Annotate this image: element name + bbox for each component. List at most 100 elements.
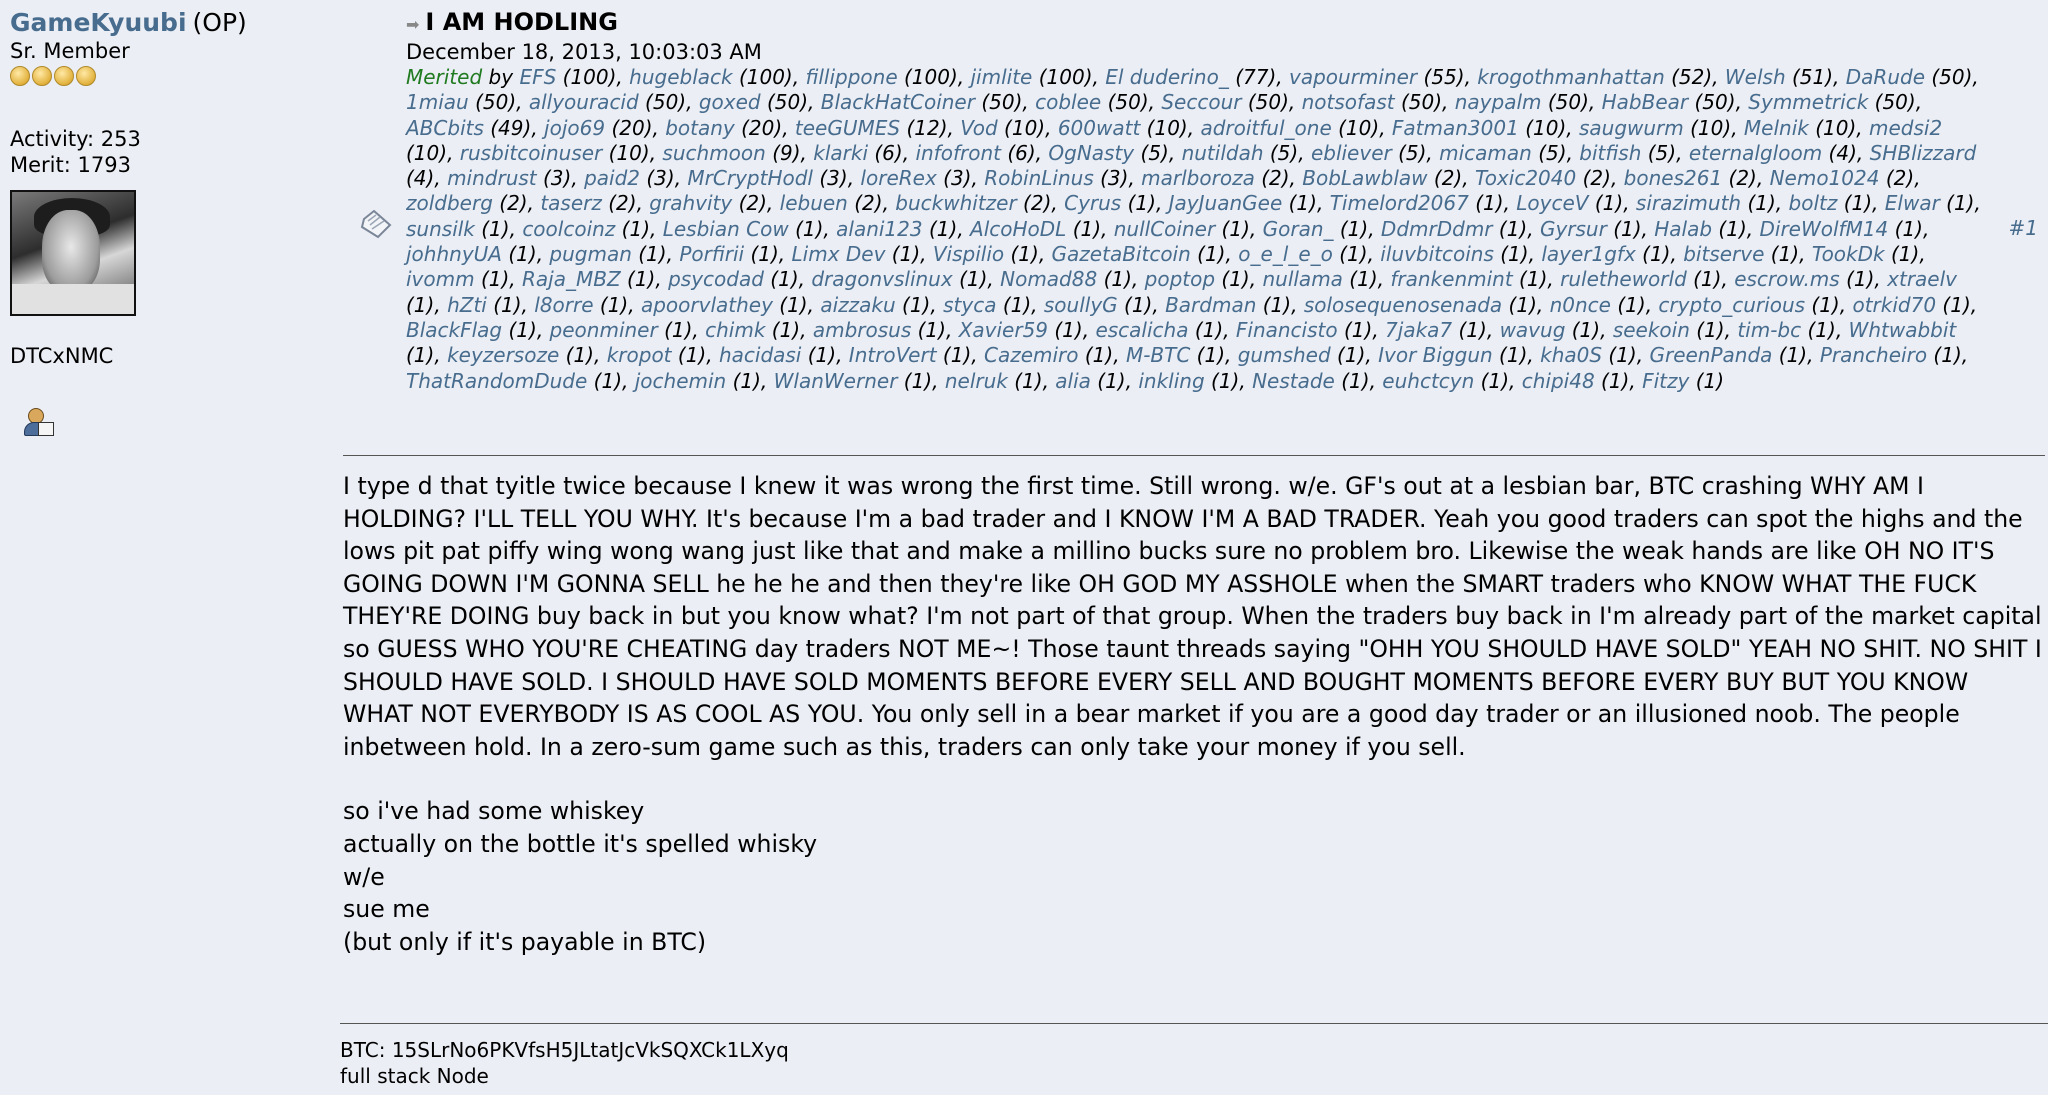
merit-user-link[interactable]: jimlite xyxy=(971,65,1033,89)
merit-user-link[interactable]: poptop xyxy=(1145,267,1215,291)
merit-user-link[interactable]: Symmetrick xyxy=(1748,90,1868,114)
merit-user-link[interactable]: Bardman xyxy=(1165,293,1256,317)
merit-user-link[interactable]: alia xyxy=(1055,369,1091,393)
merit-user-link[interactable]: ivomm xyxy=(406,267,475,291)
merit-user-link[interactable]: dragonvslinux xyxy=(811,267,952,291)
merit-user-link[interactable]: soullyG xyxy=(1044,293,1118,317)
merit-user-link[interactable]: Welsh xyxy=(1725,65,1786,89)
merit-user-link[interactable]: Porfirii xyxy=(679,242,744,266)
poster-name-link[interactable]: GameKyuubi xyxy=(10,8,187,37)
merit-user-link[interactable]: Goran_ xyxy=(1263,217,1334,241)
merit-user-link[interactable]: sirazimuth xyxy=(1636,191,1741,215)
merit-user-link[interactable]: Whtwabbit xyxy=(1849,318,1957,342)
merit-user-link[interactable]: iluvbitcoins xyxy=(1380,242,1494,266)
merit-user-link[interactable]: Timelord2067 xyxy=(1330,191,1469,215)
merit-user-link[interactable]: ThatRandomDude xyxy=(406,369,587,393)
merit-user-link[interactable]: GreenPanda xyxy=(1649,343,1772,367)
merit-user-link[interactable]: Nomad88 xyxy=(1000,267,1097,291)
merit-user-link[interactable]: ABCbits xyxy=(406,116,484,140)
merit-user-link[interactable]: infofront xyxy=(915,141,1001,165)
merit-user-link[interactable]: jochemin xyxy=(635,369,726,393)
merit-user-link[interactable]: otrkid70 xyxy=(1852,293,1936,317)
merit-user-link[interactable]: Prancheiro xyxy=(1820,343,1927,367)
merit-user-link[interactable]: saugwurm xyxy=(1579,116,1684,140)
merit-user-link[interactable]: 1miau xyxy=(406,90,469,114)
merit-user-link[interactable]: BlackHatCoiner xyxy=(821,90,975,114)
merit-user-link[interactable]: nullCoiner xyxy=(1114,217,1215,241)
merit-user-link[interactable]: frankenmint xyxy=(1390,267,1512,291)
merit-user-link[interactable]: klarki xyxy=(813,141,868,165)
merit-user-link[interactable]: apoorvlathey xyxy=(641,293,773,317)
merit-user-link[interactable]: boltz xyxy=(1789,191,1838,215)
merit-user-link[interactable]: grahvity xyxy=(649,191,732,215)
merit-user-link[interactable]: EFS xyxy=(519,65,556,89)
merit-user-link[interactable]: Nemo1024 xyxy=(1770,166,1880,190)
merit-user-link[interactable]: Vod xyxy=(960,116,997,140)
merit-user-link[interactable]: Melnik xyxy=(1744,116,1809,140)
merit-user-link[interactable]: xtraelv xyxy=(1887,267,1957,291)
merit-user-link[interactable]: fillippone xyxy=(805,65,897,89)
merit-user-link[interactable]: IntroVert xyxy=(849,343,937,367)
merit-user-link[interactable]: TookDk xyxy=(1812,242,1885,266)
merit-user-link[interactable]: WlanWerner xyxy=(774,369,898,393)
merit-user-link[interactable]: ruletheworld xyxy=(1560,267,1687,291)
merit-user-link[interactable]: Xavier59 xyxy=(959,318,1048,342)
merit-user-link[interactable]: loreRex xyxy=(860,166,936,190)
merit-user-link[interactable]: suchmoon xyxy=(662,141,765,165)
merit-user-link[interactable]: Toxic2040 xyxy=(1475,166,1576,190)
merit-user-link[interactable]: BlackFlag xyxy=(406,318,502,342)
merit-user-link[interactable]: escrow.ms xyxy=(1734,267,1840,291)
merit-user-link[interactable]: Nestade xyxy=(1252,369,1335,393)
merit-user-link[interactable]: keyzersoze xyxy=(447,343,559,367)
merit-user-link[interactable]: Fitzy xyxy=(1642,369,1689,393)
merit-user-link[interactable]: 7jaka7 xyxy=(1385,318,1452,342)
merit-user-link[interactable]: Limx Dev xyxy=(792,242,886,266)
profile-icon[interactable] xyxy=(22,408,54,438)
merit-user-link[interactable]: zoldberg xyxy=(406,191,493,215)
merit-user-link[interactable]: krogothmanhattan xyxy=(1477,65,1664,89)
merit-user-link[interactable]: euhctcyn xyxy=(1382,369,1474,393)
merit-user-link[interactable]: rusbitcoinuser xyxy=(460,141,603,165)
merit-user-link[interactable]: pugman xyxy=(549,242,631,266)
merit-user-link[interactable]: nullama xyxy=(1262,267,1342,291)
merit-user-link[interactable]: bitserve xyxy=(1683,242,1764,266)
post-subject[interactable]: ➡ I AM HODLING xyxy=(406,8,2046,39)
merit-user-link[interactable]: vapourminer xyxy=(1289,65,1417,89)
merit-user-link[interactable]: eternalgloom xyxy=(1689,141,1822,165)
post-number[interactable]: #1 xyxy=(2009,216,2038,240)
merit-user-link[interactable]: l8orre xyxy=(534,293,593,317)
merit-user-link[interactable]: HabBear xyxy=(1602,90,1689,114)
merit-user-link[interactable]: chipi48 xyxy=(1522,369,1595,393)
merit-user-link[interactable]: nelruk xyxy=(945,369,1008,393)
merit-user-link[interactable]: M-BTC xyxy=(1126,343,1190,367)
merit-user-link[interactable]: Vispilio xyxy=(933,242,1004,266)
merit-user-link[interactable]: johhnyUA xyxy=(406,242,502,266)
merit-user-link[interactable]: DaRude xyxy=(1846,65,1925,89)
merit-user-link[interactable]: AlcoHoDL xyxy=(970,217,1066,241)
merit-user-link[interactable]: jojo69 xyxy=(544,116,605,140)
merit-user-link[interactable]: allyouracid xyxy=(529,90,639,114)
merit-user-link[interactable]: kha0S xyxy=(1540,343,1602,367)
merit-user-link[interactable]: styca xyxy=(943,293,996,317)
merit-user-link[interactable]: solosequenosenada xyxy=(1304,293,1502,317)
merit-user-link[interactable]: hugeblack xyxy=(629,65,732,89)
merit-user-link[interactable]: botany xyxy=(665,116,735,140)
merit-user-link[interactable]: Raja_MBZ xyxy=(522,267,621,291)
merit-user-link[interactable]: medsi2 xyxy=(1869,116,1942,140)
merit-user-link[interactable]: psycodad xyxy=(668,267,764,291)
merit-user-link[interactable]: 600watt xyxy=(1058,116,1140,140)
merit-user-link[interactable]: DireWolfM14 xyxy=(1759,217,1888,241)
merit-user-link[interactable]: o_e_l_e_o xyxy=(1238,242,1333,266)
merit-user-link[interactable]: n0nce xyxy=(1550,293,1611,317)
merit-user-link[interactable]: marlboroza xyxy=(1141,166,1255,190)
merit-user-link[interactable]: Elwar xyxy=(1885,191,1940,215)
merit-user-link[interactable]: seekoin xyxy=(1613,318,1690,342)
merit-user-link[interactable]: ambrosus xyxy=(813,318,911,342)
merit-user-link[interactable]: DdmrDdmr xyxy=(1381,217,1493,241)
merit-user-link[interactable]: bitfish xyxy=(1579,141,1641,165)
merit-user-link[interactable]: bones261 xyxy=(1624,166,1723,190)
merit-user-link[interactable]: gumshed xyxy=(1238,343,1331,367)
merit-user-link[interactable]: adroitful_one xyxy=(1200,116,1331,140)
merit-user-link[interactable]: peonminer xyxy=(550,318,658,342)
merit-user-link[interactable]: paid2 xyxy=(584,166,640,190)
